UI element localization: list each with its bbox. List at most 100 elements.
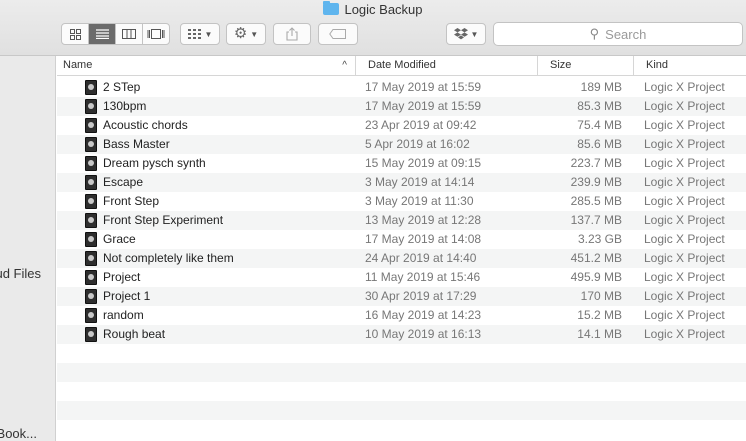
file-date: 30 Apr 2019 at 17:29 xyxy=(365,289,477,303)
sidebar-item-books[interactable]: Book... xyxy=(0,426,37,441)
file-name: Not completely like them xyxy=(103,251,234,265)
file-date: 17 May 2019 at 15:59 xyxy=(365,80,482,94)
empty-row xyxy=(57,363,746,382)
file-name: Grace xyxy=(103,232,136,246)
file-size: 137.7 MB xyxy=(570,213,622,227)
table-row[interactable]: Front Step Experiment 13 May 2019 at 12:… xyxy=(57,211,746,230)
file-kind: Logic X Project xyxy=(644,270,725,284)
empty-row xyxy=(57,344,746,363)
file-date: 3 May 2019 at 14:14 xyxy=(365,175,475,189)
columns-icon xyxy=(122,29,136,39)
logic-project-icon xyxy=(85,327,97,342)
logic-project-icon xyxy=(85,308,97,323)
table-row[interactable]: Project 1 30 Apr 2019 at 17:29 170 MB Lo… xyxy=(57,287,746,306)
file-kind: Logic X Project xyxy=(644,99,725,113)
logic-project-icon xyxy=(85,270,97,285)
sort-ascending-icon: ^ xyxy=(342,60,347,71)
file-list: 2 STep 17 May 2019 at 15:59 189 MB Logic… xyxy=(57,78,746,420)
group-grid-icon xyxy=(187,29,201,39)
gallery-icon xyxy=(147,29,165,39)
file-size: 495.9 MB xyxy=(570,270,622,284)
table-row[interactable]: Not completely like them 24 Apr 2019 at … xyxy=(57,249,746,268)
file-size: 285.5 MB xyxy=(570,194,622,208)
gear-icon: ⚙ xyxy=(233,25,248,42)
file-kind: Logic X Project xyxy=(644,289,725,303)
folder-icon xyxy=(323,1,340,15)
file-date: 3 May 2019 at 11:30 xyxy=(365,194,474,208)
column-header: Name ^ Date Modified Size Kind xyxy=(57,56,746,76)
column-header-date-modified[interactable]: Date Modified xyxy=(362,56,538,75)
list-icon xyxy=(95,29,109,39)
search-field[interactable]: ⚲ Search xyxy=(493,22,743,46)
file-date: 17 May 2019 at 14:08 xyxy=(365,232,482,246)
grid-icon xyxy=(69,28,81,40)
logic-project-icon xyxy=(85,213,97,228)
file-size: 85.3 MB xyxy=(577,99,622,113)
file-kind: Logic X Project xyxy=(644,251,725,265)
file-kind: Logic X Project xyxy=(644,175,725,189)
table-row[interactable]: Escape 3 May 2019 at 14:14 239.9 MB Logi… xyxy=(57,173,746,192)
file-kind: Logic X Project xyxy=(644,137,725,151)
logic-project-icon xyxy=(85,289,97,304)
icon-view-button[interactable] xyxy=(62,24,89,44)
empty-row xyxy=(57,401,746,420)
file-size: 14.1 MB xyxy=(577,327,622,341)
list-view-button[interactable] xyxy=(89,24,116,44)
column-kind-label: Kind xyxy=(646,59,669,71)
file-kind: Logic X Project xyxy=(644,327,725,341)
table-row[interactable]: Bass Master 5 Apr 2019 at 16:02 85.6 MB … xyxy=(57,135,746,154)
table-row[interactable]: random 16 May 2019 at 14:23 15.2 MB Logi… xyxy=(57,306,746,325)
file-kind: Logic X Project xyxy=(644,213,725,227)
dropbox-icon xyxy=(453,28,468,40)
file-name: Bass Master xyxy=(103,137,170,151)
column-header-name[interactable]: Name ^ xyxy=(57,56,356,75)
file-date: 15 May 2019 at 09:15 xyxy=(365,156,482,170)
column-header-size[interactable]: Size xyxy=(544,56,634,75)
file-name: Front Step Experiment xyxy=(103,213,224,227)
table-row[interactable]: 130bpm 17 May 2019 at 15:59 85.3 MB Logi… xyxy=(57,97,746,116)
view-mode-group xyxy=(61,23,170,45)
logic-project-icon xyxy=(85,99,97,114)
file-name: Project 1 xyxy=(103,289,151,303)
file-size: 15.2 MB xyxy=(577,308,622,322)
table-row[interactable]: Front Step 3 May 2019 at 11:30 285.5 MB … xyxy=(57,192,746,211)
file-kind: Logic X Project xyxy=(644,156,725,170)
file-kind: Logic X Project xyxy=(644,194,725,208)
file-name: 130bpm xyxy=(103,99,147,113)
table-row[interactable]: Project 11 May 2019 at 15:46 495.9 MB Lo… xyxy=(57,268,746,287)
search-icon: ⚲ xyxy=(589,26,600,41)
dropbox-button[interactable]: ▼ xyxy=(446,23,486,45)
logic-project-icon xyxy=(85,80,97,95)
window-title-text: Logic Backup xyxy=(344,2,423,17)
column-header-kind[interactable]: Kind xyxy=(640,56,746,75)
chevron-down-icon: ▼ xyxy=(204,29,213,39)
logic-project-icon xyxy=(85,175,97,190)
table-row[interactable]: Dream pysch synth 15 May 2019 at 09:15 2… xyxy=(57,154,746,173)
tags-button[interactable] xyxy=(318,23,358,45)
sidebar-item-cloud-files[interactable]: ud Files xyxy=(0,266,41,281)
search-placeholder: Search xyxy=(605,26,647,42)
table-row[interactable]: 2 STep 17 May 2019 at 15:59 189 MB Logic… xyxy=(57,78,746,97)
share-button[interactable] xyxy=(273,23,311,45)
file-size: 85.6 MB xyxy=(577,137,622,151)
gallery-view-button[interactable] xyxy=(143,24,169,44)
logic-project-icon xyxy=(85,194,97,209)
table-row[interactable]: Rough beat 10 May 2019 at 16:13 14.1 MB … xyxy=(57,325,746,344)
table-row[interactable]: Grace 17 May 2019 at 14:08 3.23 GB Logic… xyxy=(57,230,746,249)
file-kind: Logic X Project xyxy=(644,118,725,132)
file-date: 11 May 2019 at 15:46 xyxy=(365,270,481,284)
file-name: Project xyxy=(103,270,141,284)
empty-row xyxy=(57,382,746,401)
group-by-button[interactable]: ▼ xyxy=(180,23,220,45)
file-date: 23 Apr 2019 at 09:42 xyxy=(365,118,477,132)
table-row[interactable]: Acoustic chords 23 Apr 2019 at 09:42 75.… xyxy=(57,116,746,135)
column-view-button[interactable] xyxy=(116,24,143,44)
file-name: random xyxy=(103,308,144,322)
share-icon xyxy=(286,27,298,41)
column-size-label: Size xyxy=(550,59,572,71)
file-size: 170 MB xyxy=(580,289,622,303)
action-menu-button[interactable]: ⚙ ▼ xyxy=(226,23,266,45)
logic-project-icon xyxy=(85,156,97,171)
sidebar: ud Files Book... xyxy=(0,56,56,441)
file-kind: Logic X Project xyxy=(644,308,725,322)
